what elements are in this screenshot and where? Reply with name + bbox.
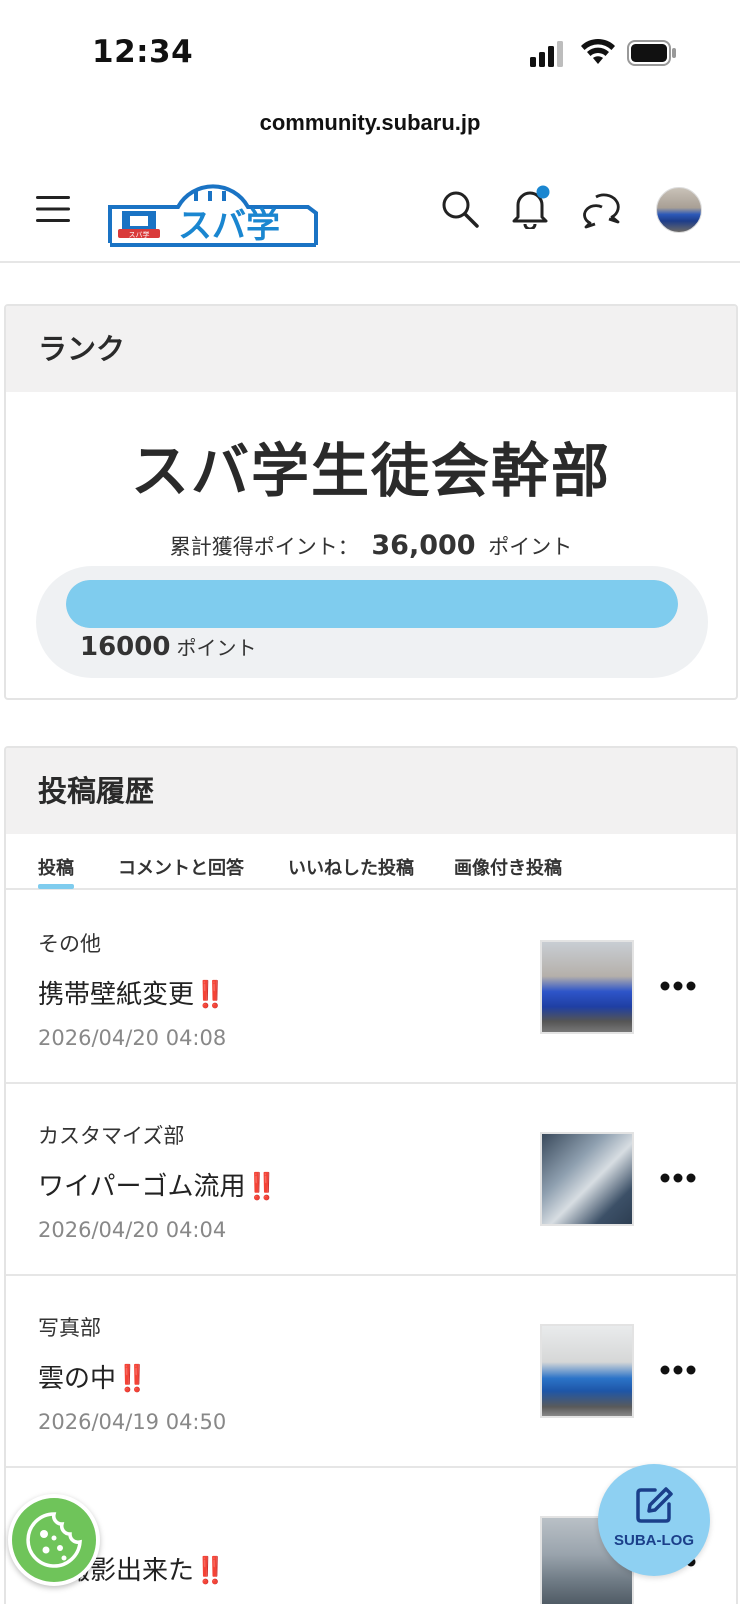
more-options-icon[interactable] [660, 1170, 696, 1186]
post-thumbnail[interactable] [540, 940, 634, 1034]
double-exclamation-icon: ‼️ [116, 1364, 148, 1394]
post-date: 2026/04/20 04:08 [38, 1026, 227, 1050]
progress-track [66, 580, 678, 628]
suba-log-button[interactable]: SUBA-LOG [598, 1464, 710, 1576]
suba-log-label: SUBA-LOG [614, 1532, 694, 1549]
chat-icon[interactable] [582, 189, 624, 229]
bell-icon[interactable] [510, 185, 550, 229]
progress-fill [66, 580, 678, 628]
user-avatar[interactable] [656, 187, 702, 233]
battery-icon [627, 40, 676, 66]
post-title: 携帯壁紙変更‼️ [38, 980, 226, 1010]
total-points-unit: ポイント [488, 535, 573, 559]
double-exclamation-icon: ‼️ [245, 1172, 277, 1202]
history-tabs: 投稿 コメントと回答 いいねした投稿 画像付き投稿 [6, 834, 736, 890]
progress-unit: ポイント [176, 636, 257, 660]
edit-icon [636, 1487, 673, 1523]
cookie-settings-button[interactable] [8, 1494, 100, 1586]
tab-image-posts[interactable]: 画像付き投稿 [454, 854, 562, 880]
double-exclamation-icon: ‼️ [194, 980, 226, 1010]
cookie-icon [26, 1512, 82, 1568]
status-bar: 12:34 [0, 0, 740, 100]
wifi-icon [581, 38, 615, 64]
post-history-header: 投稿履歴 [6, 748, 736, 834]
post-title: ワイパーゴム流用‼️ [38, 1172, 278, 1202]
active-tab-indicator [38, 884, 74, 889]
rank-header: ランク [6, 306, 736, 392]
post-category: カスタマイズ部 [38, 1124, 185, 1148]
rank-card: ランク スバ学生徒会幹部 累計獲得ポイント： 36,000 ポイント 16000… [4, 304, 738, 700]
menu-icon[interactable] [36, 195, 70, 223]
post-thumbnail[interactable] [540, 1324, 634, 1418]
post-category: 写真部 [38, 1316, 101, 1340]
tab-posts[interactable]: 投稿 [38, 854, 74, 880]
total-points-value: 36,000 [371, 530, 476, 561]
rank-title: スバ学生徒会幹部 [130, 437, 611, 505]
logo-badge-text: スバ学 [129, 230, 150, 239]
total-points: 累計獲得ポイント： 36,000 ポイント [6, 530, 736, 561]
double-exclamation-icon: ‼️ [194, 1556, 226, 1586]
rank-progress: 16000 ポイント [36, 566, 708, 678]
progress-value: 16000 [80, 632, 171, 662]
progress-label: 16000 ポイント [80, 632, 256, 662]
status-time: 12:34 [92, 34, 194, 70]
search-icon[interactable] [440, 189, 480, 229]
logo-text: スバ学 [178, 206, 280, 246]
post-category: その他 [38, 932, 101, 956]
tab-comments[interactable]: コメントと回答 [118, 854, 244, 880]
post-item[interactable]: その他 携帯壁紙変更‼️ 2026/04/20 04:08 [6, 892, 736, 1084]
post-item[interactable]: 写真部 雲の中‼️ 2026/04/19 04:50 [6, 1276, 736, 1468]
tab-liked[interactable]: いいねした投稿 [288, 854, 414, 880]
post-date: 2026/04/19 04:50 [38, 1410, 227, 1434]
url-bar[interactable]: community.subaru.jp [0, 110, 740, 136]
post-date: 2026/04/20 04:04 [38, 1218, 227, 1242]
notification-dot [536, 185, 550, 199]
total-points-label: 累計獲得ポイント： [169, 535, 359, 559]
signal-icon [530, 41, 563, 67]
more-options-icon[interactable] [660, 978, 696, 994]
more-options-icon[interactable] [660, 1362, 696, 1378]
site-header: スバ学 スバ学 [0, 165, 740, 263]
suba-gaku-logo[interactable]: スバ学 スバ学 [108, 171, 326, 253]
post-thumbnail[interactable] [540, 1132, 634, 1226]
post-item[interactable]: カスタマイズ部 ワイパーゴム流用‼️ 2026/04/20 04:04 [6, 1084, 736, 1276]
post-title: 雲の中‼️ [38, 1364, 148, 1394]
